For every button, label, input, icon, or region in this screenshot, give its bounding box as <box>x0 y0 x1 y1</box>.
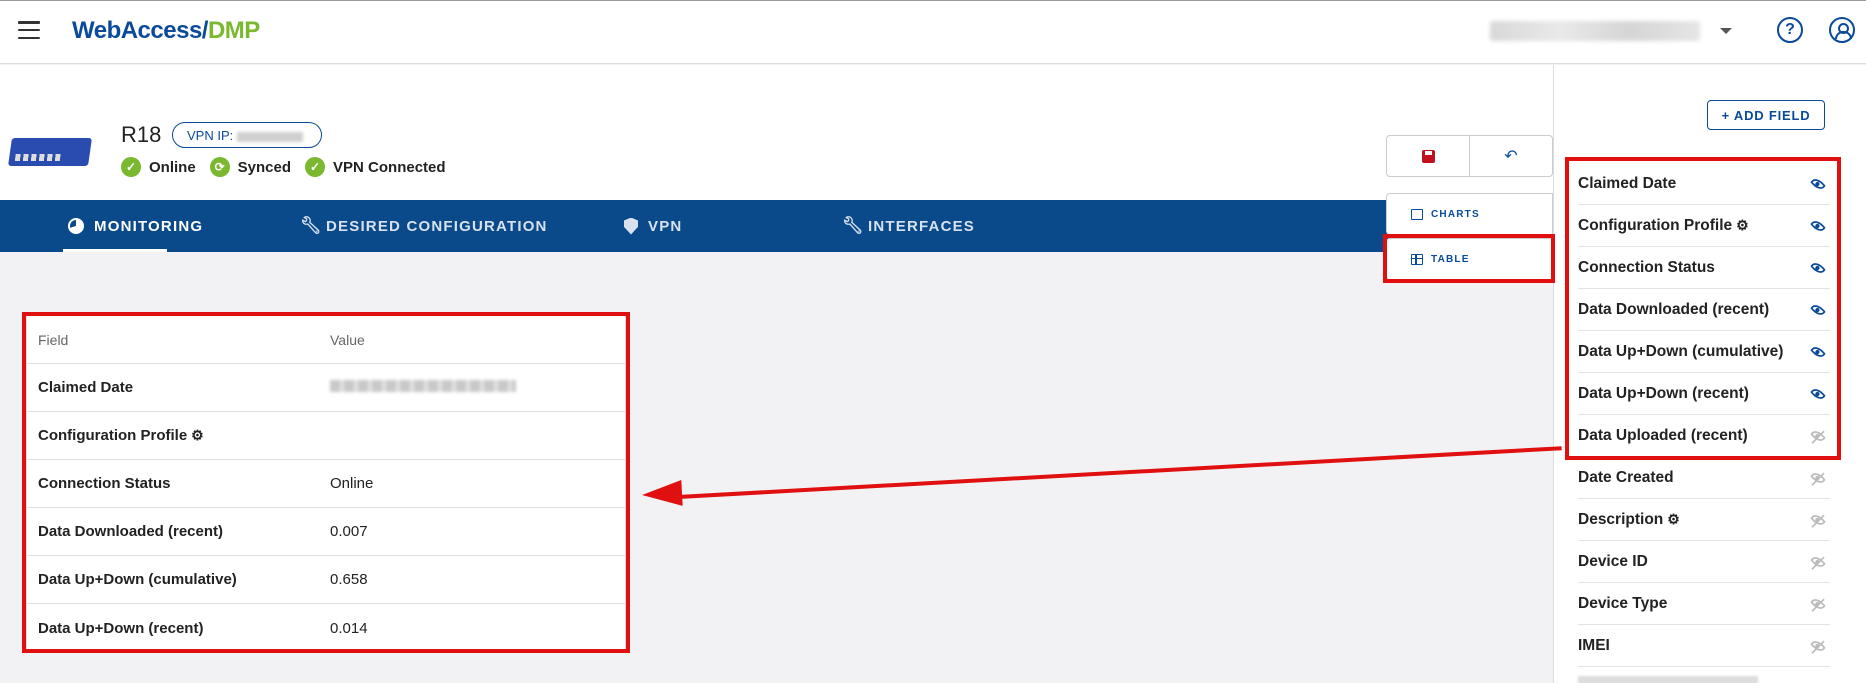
account-selector[interactable] <box>1490 21 1700 41</box>
chevron-down-icon[interactable] <box>1720 28 1732 34</box>
undo-button[interactable]: ↶ <box>1469 136 1552 176</box>
status-synced: ⟳ Synced <box>209 157 292 177</box>
field-item[interactable]: Device ID <box>1578 541 1830 583</box>
action-toolbar: ↶ <box>1386 135 1553 177</box>
tab-vpn[interactable]: VPN <box>624 200 682 252</box>
save-button[interactable] <box>1387 136 1469 176</box>
wrench-icon: 🔧︎ <box>842 216 865 235</box>
app-logo[interactable]: WebAccess/DMP <box>72 17 260 45</box>
chart-icon <box>1411 208 1423 220</box>
vpn-ip-value <box>237 131 304 142</box>
logo-text-primary: WebAccess/ <box>72 17 208 44</box>
field-label: Description ⚙ <box>1578 511 1680 529</box>
field-item[interactable]: Device Type <box>1578 583 1830 625</box>
status-online: ✓ Online <box>121 157 196 177</box>
gear-icon: ⚙ <box>1667 510 1680 527</box>
add-field-button[interactable]: + ADD FIELD <box>1707 100 1825 130</box>
status-label: Online <box>149 158 196 176</box>
tab-label: DESIRED CONFIGURATION <box>326 217 548 235</box>
save-icon <box>1421 149 1435 163</box>
tab-monitoring[interactable]: MONITORING <box>68 200 203 252</box>
tab-interfaces[interactable]: 🔧︎ INTERFACES <box>842 200 975 252</box>
tab-label: VPN <box>648 217 683 235</box>
charts-view-button[interactable]: CHARTS <box>1386 193 1553 235</box>
tab-label: MONITORING <box>94 217 204 235</box>
tab-bar: MONITORING 🔧︎ DESIRED CONFIGURATION VPN … <box>0 200 1553 252</box>
check-circle-icon: ✓ <box>305 157 326 177</box>
annotation-box-visible-fields <box>1565 157 1841 460</box>
user-icon[interactable] <box>1829 17 1855 43</box>
annotation-arrow-head <box>641 479 683 509</box>
field-item[interactable]: IMEI <box>1578 625 1830 667</box>
status-label: Synced <box>237 158 292 176</box>
sync-icon: ⟳ <box>209 157 230 177</box>
top-bar: WebAccess/DMP ? <box>0 0 1866 64</box>
eye-off-icon[interactable] <box>1810 553 1826 570</box>
undo-icon: ↶ <box>1504 148 1518 165</box>
check-circle-icon: ✓ <box>121 157 141 177</box>
logo-text-secondary: DMP <box>207 17 260 44</box>
field-label: Date Created <box>1578 468 1674 486</box>
field-label: Device Type <box>1578 594 1668 612</box>
vpn-ip-badge: VPN IP: <box>172 122 322 148</box>
device-image <box>8 138 92 166</box>
device-name: R18 <box>121 122 162 147</box>
status-label: VPN Connected <box>333 158 446 176</box>
vpn-ip-label: VPN IP: <box>187 128 234 143</box>
tab-label: INTERFACES <box>868 217 976 235</box>
annotation-box-table-tab <box>1383 234 1555 283</box>
status-vpn: ✓ VPN Connected <box>305 157 446 177</box>
field-item[interactable]: Date Created <box>1578 457 1830 499</box>
charts-label: CHARTS <box>1431 208 1480 220</box>
active-tab-indicator <box>63 249 167 252</box>
pie-chart-icon <box>68 218 84 234</box>
help-icon[interactable]: ? <box>1777 17 1803 43</box>
hamburger-icon[interactable] <box>18 21 40 39</box>
wrench-icon: 🔧︎ <box>300 216 323 235</box>
tab-desired-configuration[interactable]: 🔧︎ DESIRED CONFIGURATION <box>300 200 548 252</box>
truncated-field-item <box>1578 676 1758 683</box>
annotation-box-table <box>22 312 630 653</box>
status-row: ✓ Online ⟳ Synced ✓ VPN Connected <box>121 157 446 177</box>
field-item[interactable]: Description ⚙ <box>1578 499 1830 541</box>
field-label-text: Description <box>1578 510 1664 528</box>
eye-off-icon[interactable] <box>1810 511 1826 528</box>
eye-off-icon[interactable] <box>1810 595 1826 612</box>
shield-icon <box>624 217 638 235</box>
eye-off-icon[interactable] <box>1810 637 1826 654</box>
eye-off-icon[interactable] <box>1810 469 1826 486</box>
field-label: Device ID <box>1578 552 1648 570</box>
field-label: IMEI <box>1578 636 1610 654</box>
device-header: R18 VPN IP: ✓ Online ⟳ Synced ✓ VPN Conn… <box>0 65 1553 200</box>
